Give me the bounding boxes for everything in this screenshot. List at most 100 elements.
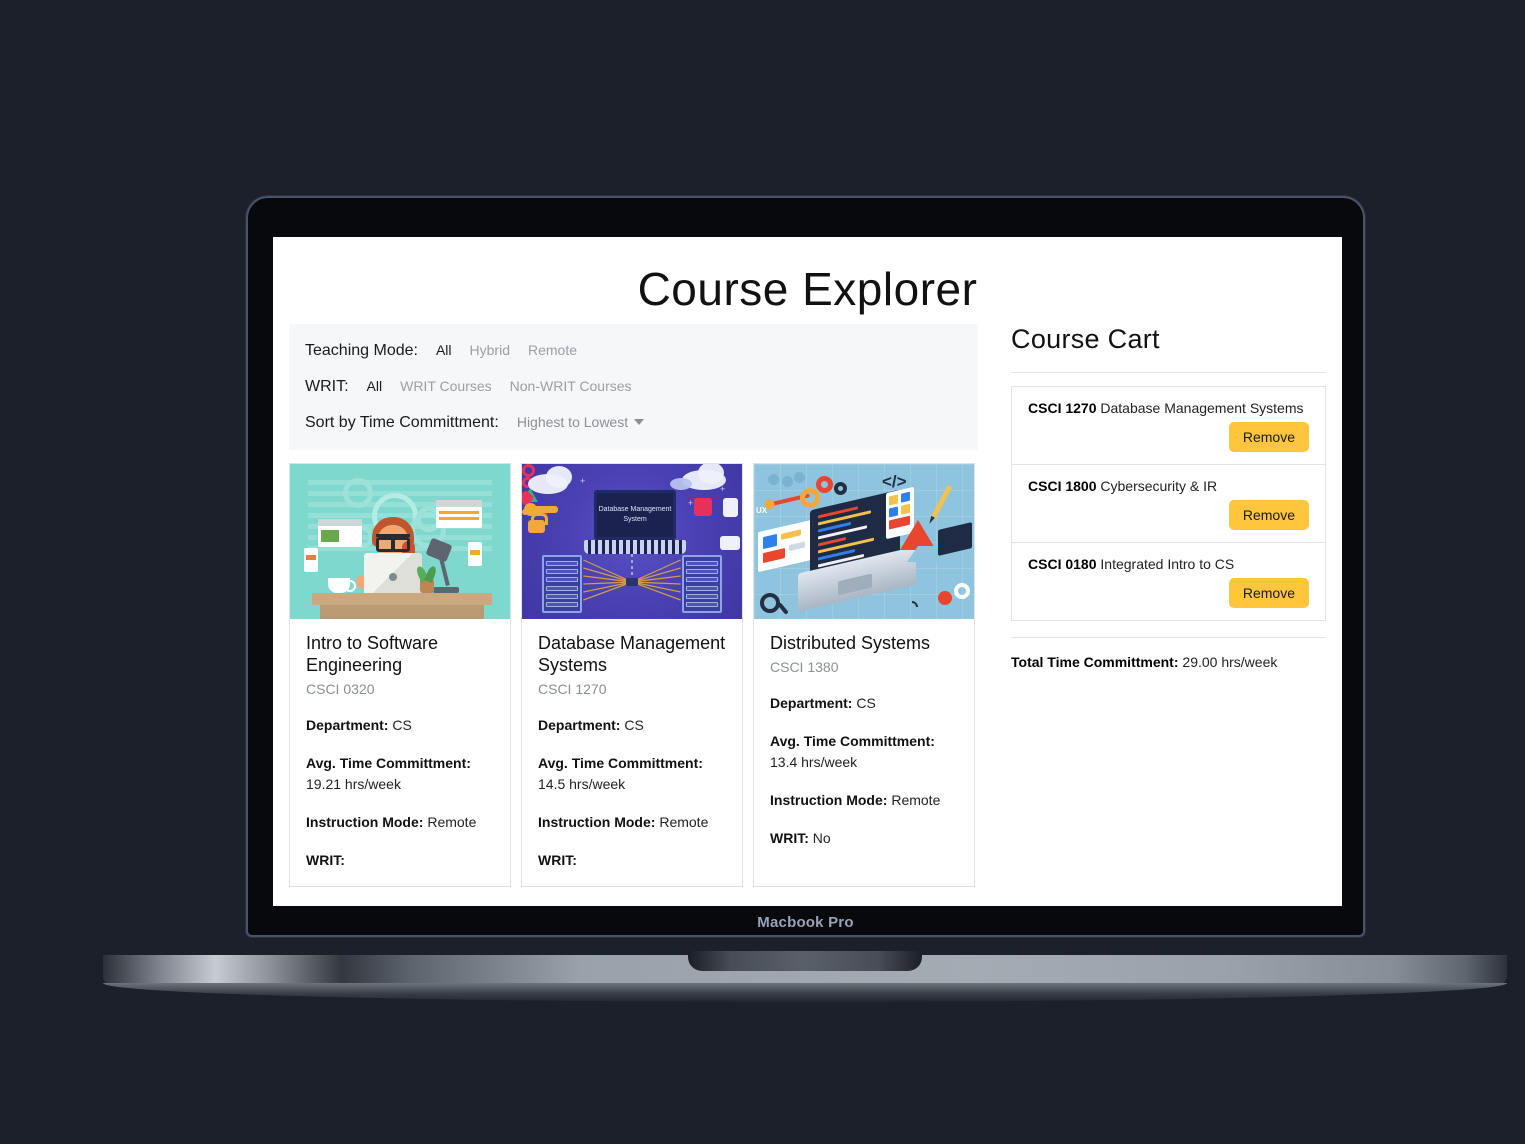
remove-button[interactable]: Remove — [1228, 578, 1309, 608]
course-mode-value: Remote — [891, 791, 941, 808]
course-card-image: UX </> — [754, 464, 974, 619]
course-card-list: Intro to Software Engineering CSCI 0320 … — [289, 463, 978, 888]
course-card-body: Database Management Systems CSCI 1270 De… — [522, 619, 742, 886]
course-explorer-app: Course Explorer Teaching Mode: All Hybri… — [273, 237, 1342, 906]
cart-item-text: CSCI 1270 Database Management Systems — [1028, 400, 1309, 416]
filter-row-sort: Sort by Time Committment: Highest to Low… — [305, 414, 962, 432]
cart-item-actions: Remove — [1028, 578, 1309, 608]
sort-label: Sort by Time Committment: — [305, 414, 499, 431]
filter-row-writ: WRIT: All WRIT Courses Non-WRIT Courses — [305, 378, 962, 396]
courses-column: Teaching Mode: All Hybrid Remote WRIT: A… — [289, 324, 979, 888]
laptop-notch — [688, 951, 922, 971]
course-time-commitment: Avg. Time Committment: 14.5 hrs/week — [538, 753, 726, 794]
course-department: Department: CS — [306, 715, 494, 735]
course-writ-label: WRIT: — [306, 852, 345, 869]
teaching-mode-options: All Hybrid Remote — [436, 342, 577, 358]
remove-button[interactable]: Remove — [1228, 422, 1309, 452]
course-department: Department: CS — [538, 715, 726, 735]
course-card-body: Intro to Software Engineering CSCI 0320 … — [290, 619, 510, 886]
course-time-commitment: Avg. Time Committment: 13.4 hrs/week — [770, 731, 958, 772]
course-code: CSCI 0320 — [306, 680, 375, 697]
teaching-mode-option-remote[interactable]: Remote — [528, 342, 577, 358]
cart-item-code: CSCI 1270 — [1028, 400, 1097, 416]
course-time-value: 14.5 hrs/week — [538, 775, 626, 792]
writ-option-non-writ-courses[interactable]: Non-WRIT Courses — [510, 378, 632, 394]
teaching-mode-label: Teaching Mode: — [305, 342, 418, 359]
course-writ: WRIT: — [306, 850, 494, 870]
writ-label: WRIT: — [305, 378, 349, 395]
teaching-mode-option-hybrid[interactable]: Hybrid — [470, 342, 510, 358]
course-time-value: 19.21 hrs/week — [306, 775, 401, 792]
main-content: Teaching Mode: All Hybrid Remote WRIT: A… — [273, 324, 1342, 888]
cart-column: Course Cart CSCI 1270 Database Managemen… — [978, 324, 1326, 887]
course-department-value: CS — [624, 716, 644, 733]
cart-item: CSCI 1800 Cybersecurity & IR Remove — [1012, 465, 1325, 543]
cart-item-name: Cybersecurity & IR — [1100, 478, 1218, 494]
writ-options: All WRIT Courses Non-WRIT Courses — [367, 378, 632, 394]
writ-option-all[interactable]: All — [367, 378, 383, 394]
course-card-image — [290, 464, 510, 619]
cart-item-text: CSCI 0180 Integrated Intro to CS — [1028, 556, 1309, 572]
course-writ: WRIT: No — [770, 828, 958, 848]
cart-divider — [1011, 372, 1326, 373]
chevron-down-icon — [634, 419, 645, 425]
course-department-label: Department: — [770, 694, 853, 711]
course-writ-label: WRIT: — [770, 830, 809, 847]
course-time-label: Avg. Time Committment: — [538, 755, 703, 772]
course-code: CSCI 1270 — [538, 680, 607, 697]
remove-button[interactable]: Remove — [1228, 500, 1309, 530]
course-mode-label: Instruction Mode: — [538, 813, 656, 830]
laptop-mockup: Course Explorer Teaching Mode: All Hybri… — [0, 0, 1525, 1144]
writ-option-writ-courses[interactable]: WRIT Courses — [400, 378, 492, 394]
course-card-image: Database Management System + + + — [522, 464, 742, 619]
course-title: Distributed Systems — [770, 633, 931, 653]
course-mode-value: Remote — [659, 813, 709, 830]
course-mode-label: Instruction Mode: — [306, 813, 424, 830]
course-instruction-mode: Instruction Mode: Remote — [306, 812, 494, 832]
cart-item: CSCI 0180 Integrated Intro to CS Remove — [1012, 543, 1325, 620]
course-department-label: Department: — [538, 716, 621, 733]
cart-item-name: Integrated Intro to CS — [1100, 556, 1235, 572]
course-time-label: Avg. Time Committment: — [770, 733, 935, 750]
cart-item-code: CSCI 1800 — [1028, 478, 1097, 494]
laptop-lid: Course Explorer Teaching Mode: All Hybri… — [246, 196, 1365, 937]
course-department: Department: CS — [770, 693, 958, 713]
cart-item: CSCI 1270 Database Management Systems Re… — [1012, 387, 1325, 465]
cart-item-actions: Remove — [1028, 500, 1309, 530]
laptop-screen: Course Explorer Teaching Mode: All Hybri… — [273, 237, 1342, 906]
course-time-label: Avg. Time Committment: — [306, 755, 471, 772]
course-department-label: Department: — [306, 716, 389, 733]
teaching-mode-option-all[interactable]: All — [436, 342, 452, 358]
course-title: Intro to Software Engineering — [306, 633, 439, 675]
course-department-value: CS — [392, 716, 412, 733]
course-department-value: CS — [856, 694, 876, 711]
course-card[interactable]: Intro to Software Engineering CSCI 0320 … — [289, 463, 511, 888]
course-writ-value: No — [812, 830, 831, 847]
course-time-commitment: Avg. Time Committment: 19.21 hrs/week — [306, 753, 494, 794]
course-mode-value: Remote — [427, 813, 477, 830]
course-card[interactable]: Database Management System + + + Databas… — [521, 463, 743, 888]
sort-dropdown[interactable]: Highest to Lowest — [516, 414, 645, 430]
course-time-value: 13.4 hrs/week — [770, 753, 858, 770]
page-title: Course Explorer — [637, 263, 978, 315]
filter-panel: Teaching Mode: All Hybrid Remote WRIT: A… — [289, 324, 979, 450]
cart-item-text: CSCI 1800 Cybersecurity & IR — [1028, 478, 1309, 494]
course-title: Database Management Systems — [538, 633, 726, 675]
course-card-body: Distributed Systems CSCI 1380 Department… — [754, 619, 974, 864]
cart-total-label: Total Time Committment: — [1011, 654, 1179, 670]
cart-item-actions: Remove — [1028, 422, 1309, 452]
course-mode-label: Instruction Mode: — [770, 791, 888, 808]
course-writ-label: WRIT: — [538, 852, 577, 869]
course-instruction-mode: Instruction Mode: Remote — [538, 812, 726, 832]
cart-title: Course Cart — [1011, 324, 1160, 354]
cart-item-list: CSCI 1270 Database Management Systems Re… — [1011, 386, 1326, 621]
course-card[interactable]: UX </> Distributed Systems CSCI 1380 Dep… — [753, 463, 975, 888]
cart-total: Total Time Committment: 29.00 hrs/week — [1011, 637, 1326, 670]
course-writ: WRIT: — [538, 850, 726, 870]
sort-dropdown-value: Highest to Lowest — [516, 414, 629, 430]
cart-item-name: Database Management Systems — [1100, 400, 1304, 416]
device-label: Macbook Pro — [757, 914, 854, 931]
cart-item-code: CSCI 0180 — [1028, 556, 1097, 572]
filter-row-teaching-mode: Teaching Mode: All Hybrid Remote — [305, 342, 962, 360]
laptop-base-edge — [103, 983, 1507, 1002]
